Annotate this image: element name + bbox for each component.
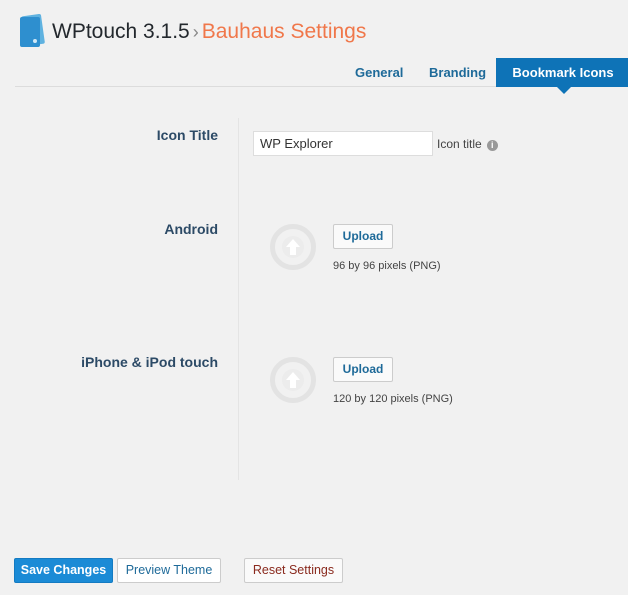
info-icon[interactable]: i <box>486 140 498 151</box>
android-upload-placeholder-icon <box>270 224 316 270</box>
android-size-note: 96 by 96 pixels (PNG) <box>333 260 441 272</box>
tab-bookmark-icons-label: Bookmark Icons <box>512 65 614 80</box>
settings-tabs: General Branding Bookmark Icons <box>15 58 628 94</box>
iphone-label: iPhone & iPod touch <box>81 354 218 370</box>
iphone-size-note: 120 by 120 pixels (PNG) <box>333 393 453 405</box>
iphone-upload-placeholder-icon <box>270 357 316 403</box>
save-changes-button[interactable]: Save Changes <box>14 558 113 583</box>
android-upload-button[interactable]: Upload <box>333 224 393 249</box>
iphone-upload-button[interactable]: Upload <box>333 357 393 382</box>
active-tab-pointer <box>557 87 571 94</box>
icon-title-input[interactable] <box>253 131 433 156</box>
tab-general[interactable]: General <box>355 58 403 87</box>
wptouch-logo-icon <box>20 14 45 47</box>
breadcrumb-separator: › <box>192 22 199 42</box>
settings-title: Bauhaus Settings <box>201 20 367 43</box>
page-title: WPtouch 3.1.5 › Bauhaus Settings <box>52 18 366 46</box>
header: WPtouch 3.1.5 › Bauhaus Settings <box>0 0 628 60</box>
icon-title-hint: Icon title i <box>437 137 498 151</box>
reset-settings-button[interactable]: Reset Settings <box>244 558 343 583</box>
column-divider <box>238 118 239 480</box>
icon-title-label: Icon Title <box>156 127 218 143</box>
icon-title-hint-text: Icon title <box>437 137 482 151</box>
tab-branding[interactable]: Branding <box>429 58 486 87</box>
android-label: Android <box>164 221 218 237</box>
app-title: WPtouch 3.1.5 <box>52 20 190 43</box>
preview-theme-button[interactable]: Preview Theme <box>117 558 221 583</box>
tab-bookmark-icons[interactable]: Bookmark Icons <box>496 58 628 94</box>
